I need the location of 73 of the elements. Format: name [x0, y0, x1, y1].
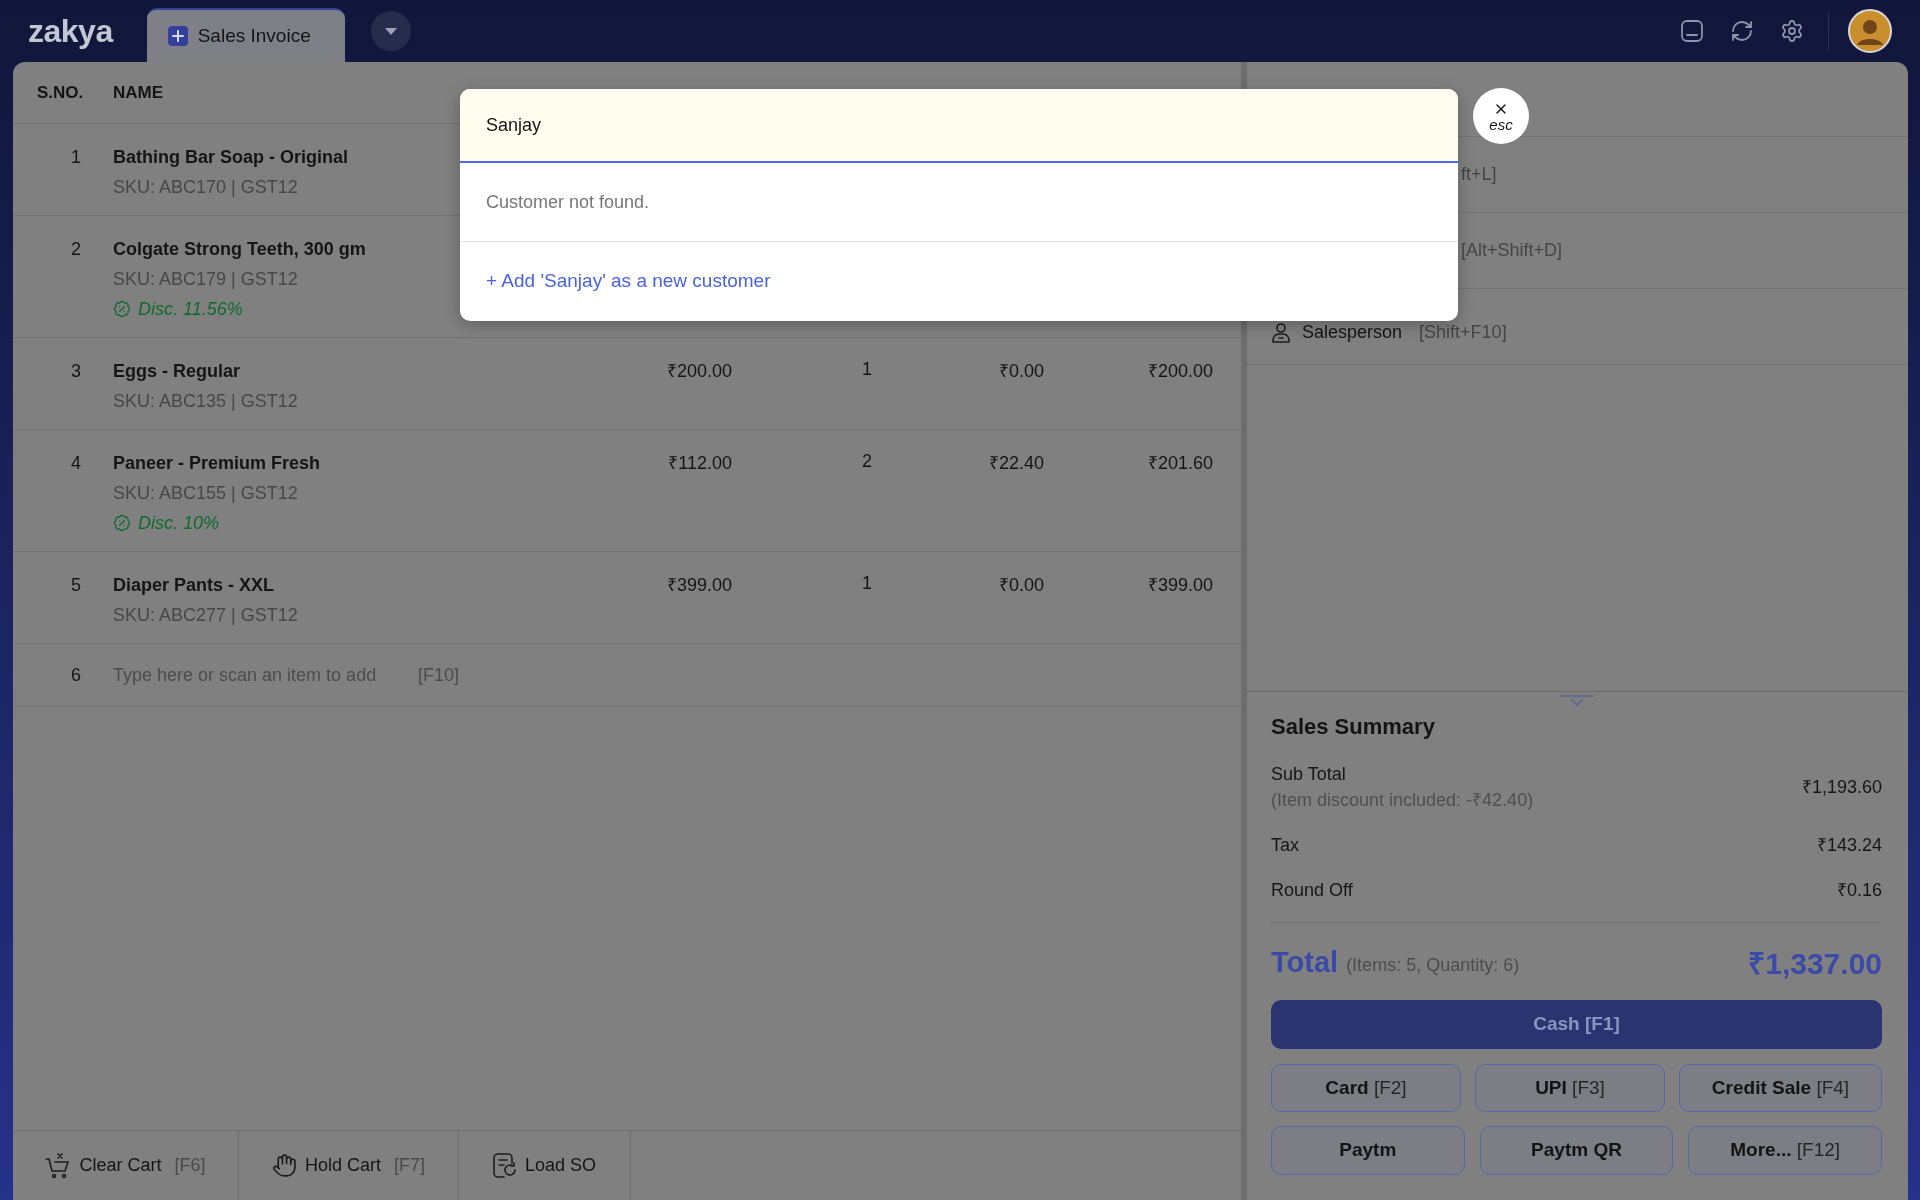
item-name: Diaper Pants - XXL: [113, 574, 275, 597]
summary-value: ₹1,193.60: [1801, 776, 1882, 799]
row-number: 2: [71, 238, 81, 261]
payment-button[interactable]: Paytm: [1271, 1126, 1465, 1175]
payment-button[interactable]: UPI [F3]: [1475, 1064, 1665, 1112]
item-quantity: 1: [862, 572, 872, 595]
settings-icon: [1780, 19, 1804, 43]
payment-button[interactable]: More... [F12]: [1688, 1126, 1882, 1175]
item-discount: ₹22.40: [988, 452, 1044, 475]
row-number: 6: [71, 663, 81, 687]
item-sku: SKU: ABC135 | GST12: [113, 390, 298, 413]
cart-action-button[interactable]: Load SO: [459, 1131, 631, 1200]
person-icon: [1272, 322, 1290, 343]
tab-dropdown-button[interactable]: [370, 11, 411, 51]
item-amount: ₹399.00: [1147, 574, 1213, 597]
plus-icon: [167, 26, 188, 46]
summary-label: Round Off: [1271, 879, 1353, 902]
item-sku: SKU: ABC179 | GST12: [113, 268, 298, 291]
row-number: 4: [71, 452, 81, 475]
item-discount: ₹0.00: [998, 574, 1044, 597]
item-quantity: 2: [862, 450, 872, 473]
summary-title: Sales Summary: [1271, 713, 1436, 741]
add-customer-link[interactable]: + Add 'Sanjay' as a new customer: [486, 267, 771, 296]
row-number: 5: [71, 574, 81, 597]
discount-label: Disc. 11.56%: [138, 298, 243, 321]
percent-badge-icon: [113, 300, 131, 318]
summary-value: ₹143.24: [1816, 834, 1882, 857]
hand-icon: [271, 1153, 297, 1178]
item-name: Bathing Bar Soap - Original: [113, 146, 349, 169]
item-amount: ₹200.00: [1147, 360, 1213, 383]
item-rate: ₹200.00: [666, 360, 732, 383]
avatar-icon: [1848, 9, 1892, 53]
percent-badge-icon: [113, 514, 131, 532]
document-refresh-icon: [492, 1152, 517, 1179]
row-number: 1: [71, 146, 81, 169]
summary-label: Sub Total: [1271, 763, 1347, 786]
payment-button[interactable]: Paytm QR: [1479, 1126, 1674, 1175]
item-quantity: 1: [862, 358, 872, 381]
summary-label: Tax: [1271, 834, 1299, 857]
summary-value: ₹0.16: [1836, 879, 1882, 902]
item-sku: SKU: ABC155 | GST12: [113, 482, 298, 505]
display-button[interactable]: [1678, 17, 1706, 45]
discount-label: Disc. 10%: [138, 512, 220, 535]
refresh-icon: [1730, 19, 1754, 43]
profile-button[interactable]: [1848, 9, 1892, 53]
shortcut-hint: ft+L]: [1461, 163, 1497, 186]
item-discount: ₹0.00: [998, 360, 1044, 383]
row-number: 3: [71, 360, 81, 383]
payment-button[interactable]: Credit Sale [F4]: [1679, 1064, 1882, 1112]
item-name: Paneer - Premium Fresh: [113, 452, 321, 475]
invoice-tab[interactable]: Sales Invoice: [146, 8, 345, 62]
column-header: S.NO.: [37, 82, 84, 102]
item-name: Colgate Strong Teeth, 300 gm: [113, 238, 366, 261]
collapse-handle-icon[interactable]: [1559, 695, 1594, 707]
customer-search-field[interactable]: Sanjay: [460, 89, 1458, 163]
app-logo: zakya: [28, 15, 113, 47]
total-label: Total: [1271, 945, 1339, 981]
item-name: Eggs - Regular: [113, 360, 241, 383]
item-rate: ₹112.00: [668, 452, 732, 475]
salesperson-selector[interactable]: Salesperson [Shift+F10]: [1272, 319, 1507, 346]
caret-icon: [384, 27, 397, 35]
shortcut-hint: [Alt+Shift+D]: [1461, 239, 1563, 262]
item-rate: ₹399.00: [666, 574, 732, 597]
cart-remove-icon: [45, 1152, 72, 1179]
item-sku: SKU: ABC277 | GST12: [113, 604, 298, 627]
total-value: ₹1,337.00: [1748, 945, 1882, 982]
payment-button[interactable]: Card [F2]: [1271, 1064, 1461, 1112]
display-icon: [1680, 19, 1704, 43]
item-sku: SKU: ABC170 | GST12: [113, 176, 298, 199]
not-found-message: Customer not found.: [486, 190, 650, 214]
column-header: NAME: [113, 82, 164, 102]
item-amount: ₹201.60: [1147, 452, 1213, 475]
payment-button[interactable]: Cash [F1]: [1271, 1000, 1882, 1049]
